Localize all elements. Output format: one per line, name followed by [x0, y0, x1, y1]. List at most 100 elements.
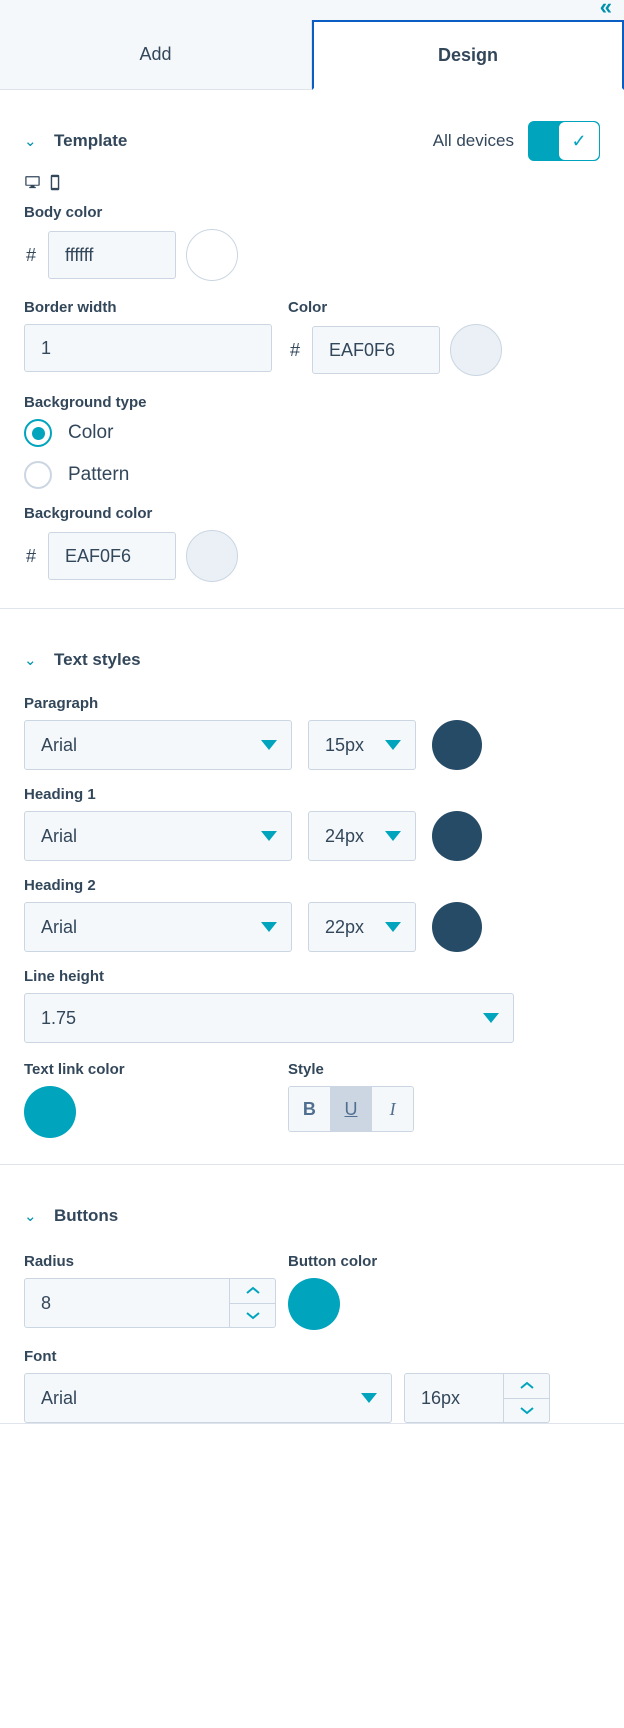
- radio-option-color[interactable]: Color: [24, 419, 600, 447]
- body-color-label: Body color: [24, 204, 103, 221]
- style-field: Style B U I: [288, 1061, 600, 1138]
- heading2-font-value: Arial: [41, 916, 78, 937]
- font-size-decrement-icon[interactable]: [504, 1397, 549, 1423]
- body-color-swatch[interactable]: [186, 229, 238, 281]
- heading2-style-field: Heading 2 Arial 22px: [24, 877, 600, 952]
- toggle-knob: ✓: [559, 122, 599, 160]
- heading2-size-select[interactable]: 22px: [308, 902, 416, 952]
- heading1-font-select[interactable]: Arial: [24, 811, 292, 861]
- heading1-size-value: 24px: [325, 825, 365, 846]
- collapse-panel-icon[interactable]: «: [600, 0, 612, 18]
- all-devices-toggle[interactable]: ✓: [528, 121, 600, 161]
- button-font-size-stepper[interactable]: 16px: [404, 1373, 550, 1423]
- hash-symbol: #: [25, 244, 36, 265]
- button-font-select[interactable]: Arial: [24, 1373, 392, 1423]
- radius-decrement-icon[interactable]: [230, 1302, 275, 1328]
- background-type-label: Background type: [24, 394, 147, 411]
- text-link-color-field: Text link color: [24, 1061, 272, 1138]
- background-type-field: Background type Color Pattern: [24, 394, 600, 489]
- line-height-value: 1.75: [41, 1007, 77, 1028]
- radius-value[interactable]: 8: [25, 1279, 229, 1327]
- paragraph-label: Paragraph: [24, 695, 99, 712]
- paragraph-size-select[interactable]: 15px: [308, 720, 416, 770]
- chevron-down-icon: [261, 922, 277, 932]
- template-section: ⌄ Template All devices ✓ Body color # ff…: [0, 90, 624, 609]
- hash-symbol: #: [25, 545, 36, 566]
- radio-color-label: Color: [68, 422, 114, 443]
- button-font-field: Font Arial 16px: [24, 1348, 600, 1423]
- line-height-label: Line height: [24, 968, 104, 985]
- radius-label: Radius: [24, 1253, 75, 1270]
- template-section-title: Template: [54, 131, 128, 150]
- paragraph-color-swatch[interactable]: [432, 720, 482, 770]
- underline-button[interactable]: U: [330, 1087, 373, 1131]
- heading2-color-swatch[interactable]: [432, 902, 482, 952]
- border-color-swatch[interactable]: [450, 324, 502, 376]
- radio-option-pattern[interactable]: Pattern: [24, 461, 600, 489]
- tab-add[interactable]: Add: [0, 20, 312, 89]
- body-color-hex-input[interactable]: ffffff: [48, 231, 176, 279]
- tab-design[interactable]: Design: [312, 20, 624, 90]
- line-height-select[interactable]: 1.75: [24, 993, 514, 1043]
- chevron-down-icon: [261, 831, 277, 841]
- body-color-input-group: # ffffff: [24, 229, 600, 281]
- chevron-down-icon: [385, 922, 401, 932]
- heading1-size-select[interactable]: 24px: [308, 811, 416, 861]
- buttons-section-title: Buttons: [54, 1206, 119, 1225]
- chevron-down-icon[interactable]: ⌄: [24, 134, 38, 149]
- border-color-field: Color # EAF0F6: [288, 299, 600, 376]
- paragraph-font-select[interactable]: Arial: [24, 720, 292, 770]
- heading1-color-swatch[interactable]: [432, 811, 482, 861]
- mobile-icon[interactable]: [49, 174, 61, 196]
- paragraph-controls: Arial 15px: [24, 720, 600, 770]
- border-color-input-group: # EAF0F6: [288, 324, 600, 376]
- all-devices-label: All devices: [432, 131, 514, 150]
- background-color-swatch[interactable]: [186, 530, 238, 582]
- heading2-label: Heading 2: [24, 877, 96, 894]
- button-font-size-stepper-buttons: [503, 1374, 549, 1422]
- border-width-label: Border width: [24, 299, 117, 316]
- text-link-color-swatch[interactable]: [24, 1086, 76, 1138]
- check-icon: ✓: [571, 130, 587, 151]
- text-styles-section-header: ⌄ Text styles: [24, 609, 600, 681]
- background-color-label: Background color: [24, 505, 153, 522]
- border-color-hex-input[interactable]: EAF0F6: [312, 326, 440, 374]
- body-color-field: Body color # ffffff: [24, 204, 600, 281]
- style-button-group: B U I: [288, 1086, 414, 1132]
- radius-stepper[interactable]: 8: [24, 1278, 276, 1328]
- background-color-field: Background color # EAF0F6: [24, 505, 600, 608]
- chevron-down-icon[interactable]: ⌄: [24, 1209, 38, 1224]
- buttons-section: ⌄ Buttons Radius 8 Button color Font Ari…: [0, 1165, 624, 1424]
- button-color-swatch[interactable]: [288, 1278, 340, 1330]
- tab-bar: Add Design: [0, 20, 624, 90]
- heading2-controls: Arial 22px: [24, 902, 600, 952]
- text-styles-section: ⌄ Text styles Paragraph Arial 15px Headi…: [0, 609, 624, 1165]
- heading1-style-field: Heading 1 Arial 24px: [24, 786, 600, 861]
- heading1-controls: Arial 24px: [24, 811, 600, 861]
- radius-stepper-buttons: [229, 1279, 275, 1327]
- italic-button[interactable]: I: [372, 1087, 413, 1131]
- heading1-label: Heading 1: [24, 786, 96, 803]
- bold-button[interactable]: B: [289, 1087, 331, 1131]
- button-font-size-value[interactable]: 16px: [405, 1374, 503, 1422]
- border-row: Border width 1 Color # EAF0F6: [24, 299, 600, 376]
- heading2-font-select[interactable]: Arial: [24, 902, 292, 952]
- border-color-label: Color: [288, 299, 328, 316]
- radius-increment-icon[interactable]: [230, 1279, 275, 1303]
- radius-color-row: Radius 8 Button color: [24, 1253, 600, 1330]
- heading1-font-value: Arial: [41, 825, 78, 846]
- button-font-label: Font: [24, 1348, 57, 1365]
- chevron-down-icon: [261, 740, 277, 750]
- radio-color-icon[interactable]: [24, 419, 52, 447]
- hash-symbol: #: [289, 339, 300, 360]
- radio-pattern-icon[interactable]: [24, 461, 52, 489]
- desktop-icon[interactable]: [24, 174, 41, 196]
- radius-field: Radius 8: [24, 1253, 276, 1330]
- text-styles-section-title: Text styles: [54, 650, 141, 669]
- font-size-increment-icon[interactable]: [504, 1374, 549, 1398]
- background-color-hex-input[interactable]: EAF0F6: [48, 532, 176, 580]
- line-height-field: Line height 1.75: [24, 968, 600, 1043]
- border-width-input[interactable]: 1: [24, 324, 272, 372]
- tab-design-label: Design: [437, 44, 498, 65]
- chevron-down-icon[interactable]: ⌄: [24, 653, 38, 668]
